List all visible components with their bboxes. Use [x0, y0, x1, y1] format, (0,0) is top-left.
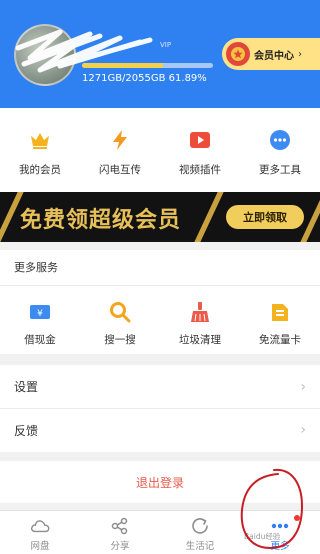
logout-button[interactable]: 退出登录 [0, 461, 320, 503]
vip-tag: VIP [160, 41, 172, 49]
storage-quota-text: 1271GB/2055GB 61.89% [82, 73, 207, 84]
service-label: 免流量卡 [259, 334, 301, 346]
settings-label: 设置 [14, 380, 39, 394]
svg-text:¥: ¥ [37, 309, 43, 319]
service-cash-loan[interactable]: ¥ 借现金 [0, 286, 80, 354]
settings-list: 设置 › 反馈 › [0, 365, 320, 452]
service-label: 借现金 [24, 334, 56, 346]
services-heading: 更多服务 [0, 250, 320, 286]
vip-center-button[interactable]: 会员中心 › [222, 38, 320, 70]
broom-icon [188, 300, 212, 324]
tab-label: 生活记 [185, 541, 215, 552]
more-dots-icon [268, 128, 292, 152]
chevron-right-icon: › [300, 422, 306, 438]
service-label: 搜一搜 [104, 334, 136, 346]
feedback-label: 反馈 [14, 423, 39, 438]
tool-label: 我的会员 [19, 164, 61, 176]
video-play-icon [188, 128, 212, 152]
service-junk-cleanup[interactable]: 垃圾清理 [160, 286, 240, 354]
tool-more-tools[interactable]: 更多工具 [240, 108, 320, 192]
search-icon [108, 300, 132, 324]
cash-icon: ¥ [28, 300, 52, 324]
promo-banner[interactable]: 免费领超级会员 立即领取 [0, 192, 320, 242]
tool-video-plugin[interactable]: 视频插件 [160, 108, 240, 192]
more-services: 更多服务 ¥ 借现金 搜一搜 垃圾清理 免流量卡 [0, 250, 320, 354]
tool-label: 视频插件 [179, 164, 221, 176]
tab-life-record[interactable]: 生活记 [160, 511, 240, 554]
vip-crown-icon [226, 42, 250, 66]
cloud-icon [30, 516, 50, 536]
crown-icon [28, 128, 52, 152]
tool-my-membership[interactable]: 我的会员 [0, 108, 80, 192]
service-free-data-card[interactable]: 免流量卡 [240, 286, 320, 354]
lightning-icon [108, 128, 132, 152]
feedback-item[interactable]: 反馈 › [0, 408, 320, 451]
banner-title: 免费领超级会员 [20, 208, 182, 233]
tool-flash-transfer[interactable]: 闪电互传 [80, 108, 160, 192]
banner-decor-stripe [194, 192, 224, 242]
tab-cloud-drive[interactable]: 网盘 [0, 511, 80, 554]
vip-center-label: 会员中心 [254, 50, 294, 62]
refresh-circle-icon [190, 516, 210, 536]
service-label: 垃圾清理 [179, 334, 221, 346]
chevron-right-icon: › [298, 48, 302, 60]
profile-header: VIP 1271GB/2055GB 61.89% 会员中心 › [0, 0, 320, 108]
service-search[interactable]: 搜一搜 [80, 286, 160, 354]
storage-quota-fill [82, 63, 164, 68]
quick-tools: 我的会员 闪电互传 视频插件 更多工具 [0, 108, 320, 192]
storage-quota-bar [82, 63, 213, 68]
chevron-right-icon: › [300, 378, 306, 395]
watermark: Baidu经验 [244, 532, 281, 541]
settings-item[interactable]: 设置 › [0, 365, 320, 408]
sim-card-icon [268, 300, 292, 324]
tab-label: 网盘 [30, 541, 50, 552]
tool-label: 更多工具 [259, 164, 301, 176]
tab-label: 分享 [110, 541, 130, 552]
claim-now-button[interactable]: 立即领取 [226, 205, 304, 229]
tab-share[interactable]: 分享 [80, 511, 160, 554]
share-icon [110, 516, 130, 536]
notification-dot [294, 515, 300, 521]
tool-label: 闪电互传 [99, 164, 141, 176]
